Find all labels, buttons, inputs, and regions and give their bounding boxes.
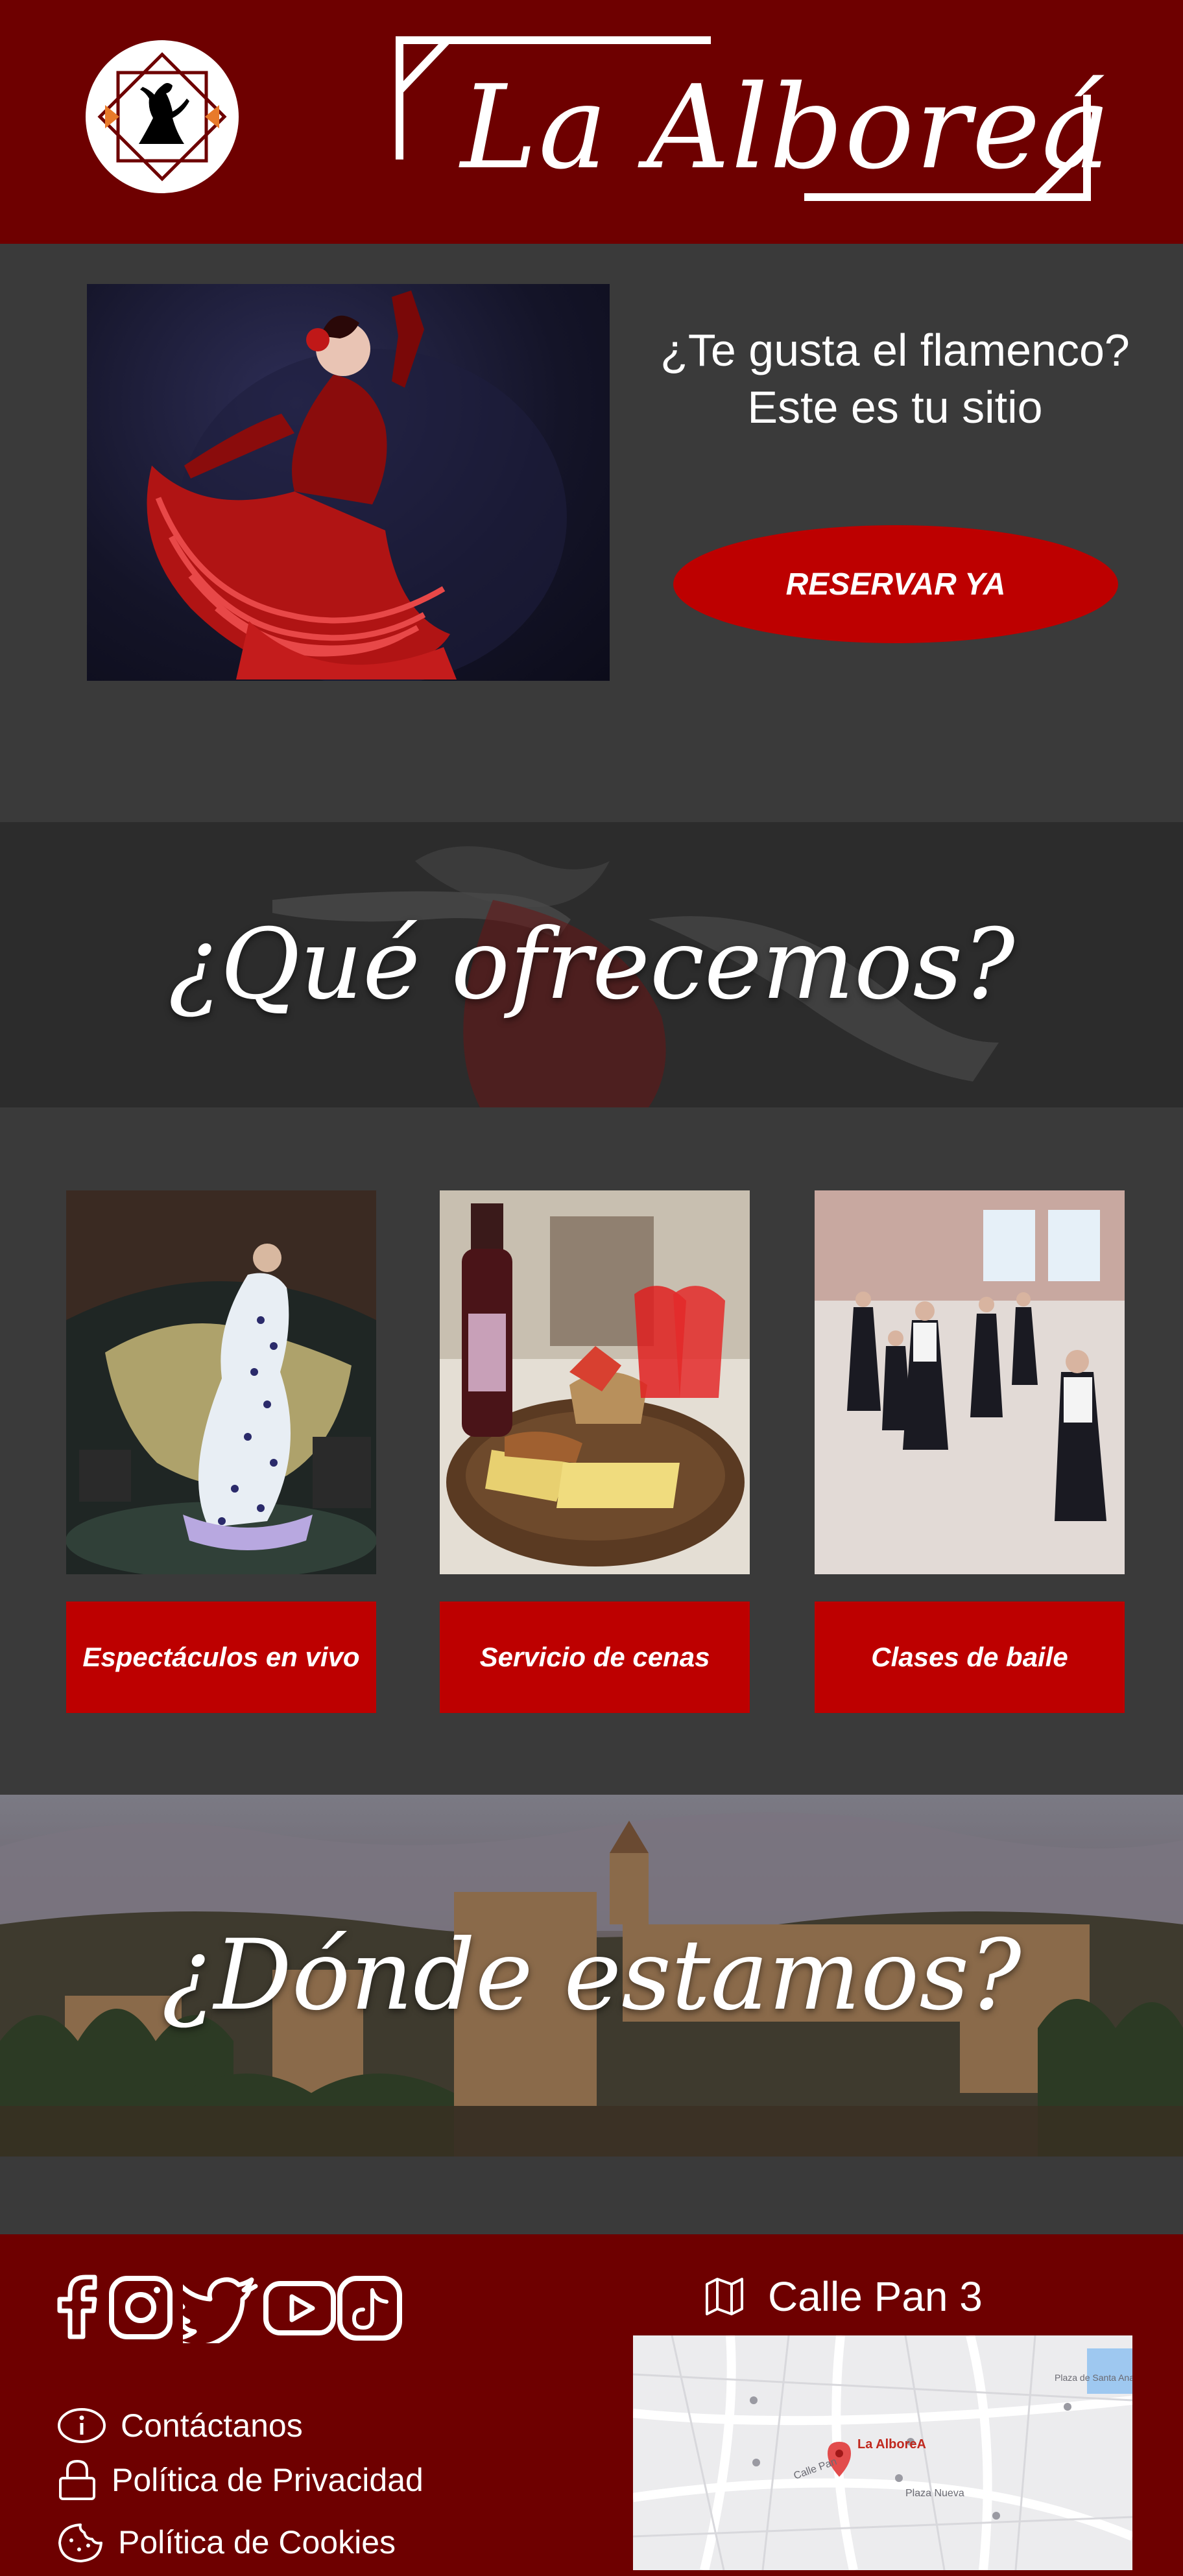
cookie-policy-label: Política de Cookies [118,2524,396,2560]
youtube-icon[interactable] [261,2272,339,2343]
lock-icon [59,2459,95,2500]
brand-name: La Alboreá [460,60,1112,195]
dinner-service-button[interactable]: Servicio de cenas [440,1601,750,1713]
contact-link-label: Contáctanos [121,2407,303,2444]
reserve-button[interactable]: RESERVAR YA [673,525,1118,643]
flamenco-dancer-logo-icon [97,52,227,182]
offer-section: Espectáculos en vivo Servicio de cenas C… [0,1107,1183,1795]
cookie-icon [58,2523,102,2562]
site-footer: Contáctanos Política de Privacidad Polít… [0,2234,1183,2576]
live-shows-button[interactable]: Espectáculos en vivo [66,1601,376,1713]
brand-logotype[interactable]: La Alboreá [389,32,1110,207]
location-banner: ¿Dónde estamos? [0,1795,1183,2157]
cookie-policy-link[interactable]: Política de Cookies [57,2520,396,2565]
location-heading: ¿Dónde estamos? [161,1919,1022,2032]
instagram-icon[interactable] [105,2272,176,2343]
map-street-label: Plaza Nueva [905,2488,964,2499]
address: Calle Pan 3 [704,2271,983,2322]
hero-section: ¿Te gusta el flamenco? Este es tu sitio … [0,244,1183,822]
hero-tagline: ¿Te gusta el flamenco? Este es tu sitio [629,322,1161,436]
map-icon [706,2278,743,2315]
info-icon [58,2408,106,2443]
offer-heading: ¿Qué ofrecemos? [168,908,1015,1021]
contact-link[interactable]: Contáctanos [57,2403,303,2448]
hero-flamenco-dancer-image [87,284,610,681]
facebook-icon[interactable] [43,2272,114,2343]
location-map[interactable]: La AlboreA Plaza Nueva Calle Pan Plaza d… [633,2335,1132,2570]
offer-banner: ¿Qué ofrecemos? [0,822,1183,1107]
social-links [43,2272,406,2343]
live-show-image [66,1190,376,1574]
site-header: La Alboreá [0,0,1183,244]
dance-classes-image [815,1190,1125,1574]
map-street-label: Plaza de Santa Ana [1055,2372,1132,2383]
logo[interactable] [86,40,239,193]
privacy-policy-link[interactable]: Política de Privacidad [57,2457,424,2503]
privacy-policy-label: Política de Privacidad [112,2462,424,2498]
map-place-label: La AlboreA [857,2437,926,2452]
dance-classes-button[interactable]: Clases de baile [815,1601,1125,1713]
hero-tagline-line2: Este es tu sitio [747,382,1043,432]
address-text: Calle Pan 3 [768,2273,983,2320]
tiktok-icon[interactable] [335,2272,406,2343]
dinner-service-image [440,1190,750,1574]
twitter-icon[interactable] [183,2272,261,2343]
hero-tagline-line1: ¿Te gusta el flamenco? [660,325,1130,375]
